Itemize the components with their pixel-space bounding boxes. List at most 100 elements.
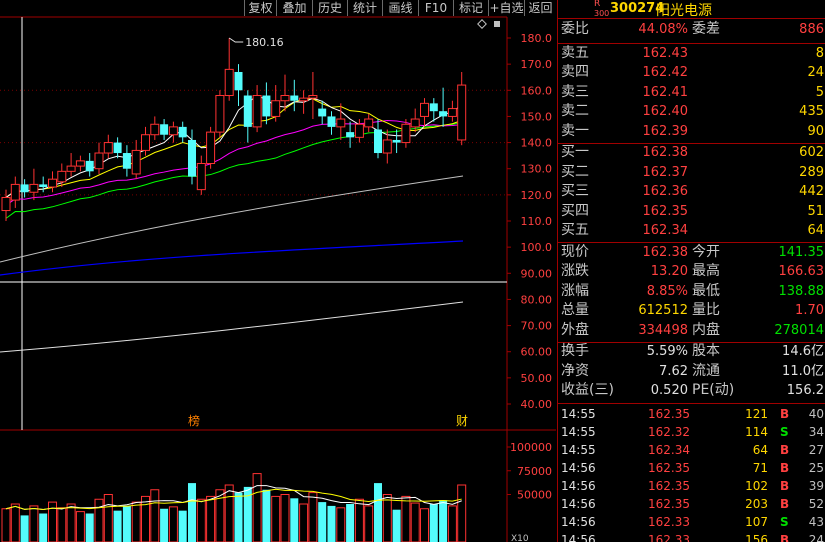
bid-row[interactable]: 买一 162.38 602 xyxy=(558,143,825,163)
fundamental-value-2: 156.2 xyxy=(786,383,824,398)
volume-bar-down xyxy=(290,498,299,542)
ask-row[interactable]: 卖四 162.42 24 xyxy=(558,63,825,83)
bid-row[interactable]: 买三 162.36 442 xyxy=(558,182,825,202)
candle-body-up xyxy=(224,68,234,97)
tick-count: 40 xyxy=(808,406,824,421)
tick-row[interactable]: 14:56 162.33 107 S 43 xyxy=(558,513,825,531)
bid-volume: 602 xyxy=(799,145,824,160)
ask-label: 卖一 xyxy=(561,122,589,139)
toolbar-button-3[interactable]: 统计 xyxy=(347,0,382,16)
candle-body-up xyxy=(103,142,113,154)
tick-row[interactable]: 14:55 162.34 64 B 27 xyxy=(558,441,825,459)
volume-bar-up xyxy=(447,505,457,542)
volume-bar-up xyxy=(1,508,11,542)
candle-body-up xyxy=(215,95,225,133)
ask-volume: 435 xyxy=(799,104,824,119)
ask-row[interactable]: 卖三 162.41 5 xyxy=(558,83,825,103)
quote-value: 8.85% xyxy=(646,283,688,299)
candle-body-up xyxy=(299,97,309,102)
candle-body-up xyxy=(382,139,392,154)
candle-body-down xyxy=(439,111,448,117)
order-ratio-row: 委比 44.08% 委差 886 xyxy=(558,20,825,40)
ask-row[interactable]: 卖二 162.40 435 xyxy=(558,102,825,122)
fundamental-label: 换手 xyxy=(561,343,589,359)
tick-row[interactable]: 14:55 162.35 121 B 40 xyxy=(558,405,825,423)
toolbar-button-5[interactable]: F10 xyxy=(418,0,453,16)
quote-label: 总量 xyxy=(561,302,589,318)
tick-price: 162.35 xyxy=(648,460,690,475)
fundamental-label: 净资 xyxy=(561,362,589,379)
volume-bar-down xyxy=(85,513,94,542)
volume-bar-down xyxy=(20,515,29,542)
ask-row[interactable]: 卖五 162.43 8 xyxy=(558,44,825,64)
volume-bar-down xyxy=(374,483,382,542)
volume-bar-down xyxy=(160,508,169,542)
toolbar-button-7[interactable]: +自选 xyxy=(488,0,524,16)
toolbar-button-6[interactable]: 标记 xyxy=(453,0,488,16)
tick-price: 162.33 xyxy=(648,532,690,542)
volume-bar-down xyxy=(346,504,355,542)
candle-body-down xyxy=(262,95,271,117)
high-marker-label: 180.16 xyxy=(245,36,284,49)
tick-volume: 71 xyxy=(752,460,768,475)
tick-row[interactable]: 14:56 162.35 102 B 39 xyxy=(558,477,825,495)
vol-tick-label: 75000 xyxy=(517,465,552,478)
toolbar-button-8[interactable]: 返回 xyxy=(524,0,556,16)
quote-value: 612512 xyxy=(638,303,688,318)
bid-price: 162.37 xyxy=(642,164,689,180)
kline-chart[interactable]: 180.0 170.0 160.0 150.0 140.0 130.0 120.0 110.0… xyxy=(0,0,556,542)
tick-count: 25 xyxy=(808,460,824,475)
fundamental-label: 收益(三) xyxy=(561,382,614,398)
bid-row[interactable]: 买四 162.35 51 xyxy=(558,202,825,222)
volume-bar-up xyxy=(94,498,104,542)
tick-volume: 102 xyxy=(745,478,768,493)
quote-value-2: 141.35 xyxy=(778,244,825,260)
candle-body-up xyxy=(29,183,39,193)
ask-volume: 8 xyxy=(815,45,824,61)
fundamental-label-2: 股本 xyxy=(692,343,720,359)
quote-label: 涨幅 xyxy=(561,282,589,299)
bid-volume: 442 xyxy=(799,184,824,199)
tick-price: 162.33 xyxy=(648,514,690,529)
scroll-handle-icon xyxy=(494,21,500,27)
ask-label: 卖二 xyxy=(561,103,589,119)
ma250-line xyxy=(0,301,464,353)
order-diff-label: 委差 xyxy=(692,21,720,37)
bid-price: 162.38 xyxy=(642,145,689,160)
ask-label: 卖五 xyxy=(561,44,589,61)
quote-label: 现价 xyxy=(561,243,589,260)
quote-row: 涨跌 13.20 最高 166.63 xyxy=(558,262,825,282)
toolbar-button-0[interactable]: 复权 xyxy=(244,0,276,16)
tick-side: S xyxy=(780,514,789,529)
candle-body-up xyxy=(447,108,457,117)
toolbar-button-4[interactable]: 画线 xyxy=(382,0,418,16)
volume-bar-down xyxy=(429,504,438,542)
tick-row[interactable]: 14:56 162.33 156 B 24 xyxy=(558,531,825,542)
volume-bar-up xyxy=(66,503,76,542)
ask-row[interactable]: 卖一 162.39 90 xyxy=(558,122,825,142)
quote-label: 外盘 xyxy=(561,321,589,338)
volume-bar-up xyxy=(10,503,20,542)
bid-label: 买五 xyxy=(561,222,589,238)
ask-price: 162.42 xyxy=(642,65,689,80)
tick-row[interactable]: 14:56 162.35 203 B 52 xyxy=(558,495,825,513)
candle-body-up xyxy=(94,152,104,170)
tick-row[interactable]: 14:56 162.35 71 B 25 xyxy=(558,459,825,477)
bid-row[interactable]: 买五 162.34 64 xyxy=(558,221,825,241)
toolbar-button-2[interactable]: 历史 xyxy=(312,0,347,16)
price-tick-label: 90.00 xyxy=(521,267,553,280)
board-badge: 300 xyxy=(594,9,610,18)
tick-time: 14:56 xyxy=(561,460,596,475)
quote-value: 334498 xyxy=(638,322,688,338)
kline-chart-svg[interactable]: 180.0 170.0 160.0 150.0 140.0 130.0 120.0 110.0… xyxy=(0,0,556,542)
tick-price: 162.35 xyxy=(648,478,690,493)
vol-tick-label: 50000 xyxy=(517,489,552,502)
volume-bar-up xyxy=(308,492,318,542)
bid-row[interactable]: 买二 162.37 289 xyxy=(558,163,825,183)
candle-body-up xyxy=(271,100,281,117)
bid-label: 买二 xyxy=(561,163,589,180)
toolbar-button-1[interactable]: 叠加 xyxy=(276,0,312,16)
order-diff-value: 886 xyxy=(799,22,824,37)
candle-body-down xyxy=(85,160,94,172)
tick-row[interactable]: 14:55 162.32 114 S 34 xyxy=(558,423,825,441)
